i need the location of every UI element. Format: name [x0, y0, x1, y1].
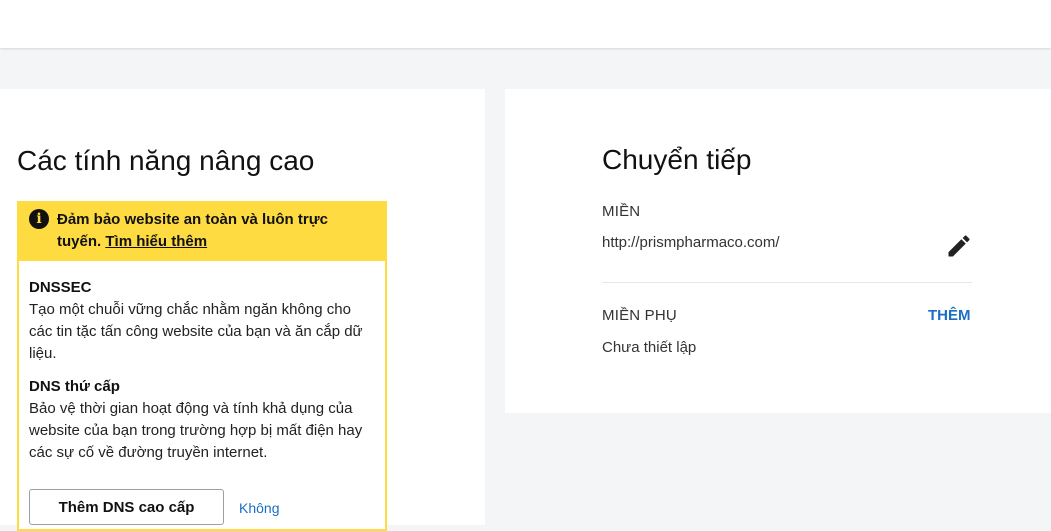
learn-more-link[interactable]: Tìm hiểu thêm — [105, 233, 207, 250]
advanced-features-title: Các tính năng nâng cao — [17, 145, 315, 176]
domain-label: MIỀN — [602, 203, 641, 220]
advanced-features-card: Các tính năng nâng cao i Đảm bảo website… — [0, 89, 485, 531]
subdomain-label: MIỀN PHỤ — [602, 307, 677, 324]
forwarding-card: Chuyển tiếp MIỀN http://prismpharmaco.co… — [505, 89, 1051, 413]
pencil-edit-icon[interactable] — [945, 232, 973, 260]
section-divider — [602, 282, 972, 283]
info-icon: i — [29, 209, 49, 229]
add-premium-dns-button[interactable]: Thêm DNS cao cấp — [29, 489, 224, 525]
feature-title-secondary-dns: DNS thứ cấp — [29, 378, 120, 395]
premium-dns-promo: i Đảm bảo website an toàn và luôn trực t… — [17, 201, 387, 531]
feature-title-dnssec: DNSSEC — [29, 279, 92, 296]
subdomain-status: Chưa thiết lập — [602, 339, 697, 356]
top-navigation-bar — [0, 0, 1051, 48]
feature-desc-dnssec: Tạo một chuỗi vững chắc nhằm ngăn không … — [29, 301, 363, 362]
domain-forward-url: http://prismpharmaco.com/ — [602, 234, 780, 251]
promo-header: i Đảm bảo website an toàn và luôn trực t… — [19, 201, 385, 261]
promo-body: DNSSEC Tạo một chuỗi vững chắc nhằm ngăn… — [19, 261, 385, 464]
feature-desc-secondary-dns: Bảo vệ thời gian hoạt động và tính khả d… — [29, 400, 363, 461]
add-subdomain-button[interactable]: THÊM — [928, 307, 971, 324]
forwarding-title: Chuyển tiếp — [602, 144, 752, 175]
decline-link[interactable]: Không — [239, 500, 279, 516]
